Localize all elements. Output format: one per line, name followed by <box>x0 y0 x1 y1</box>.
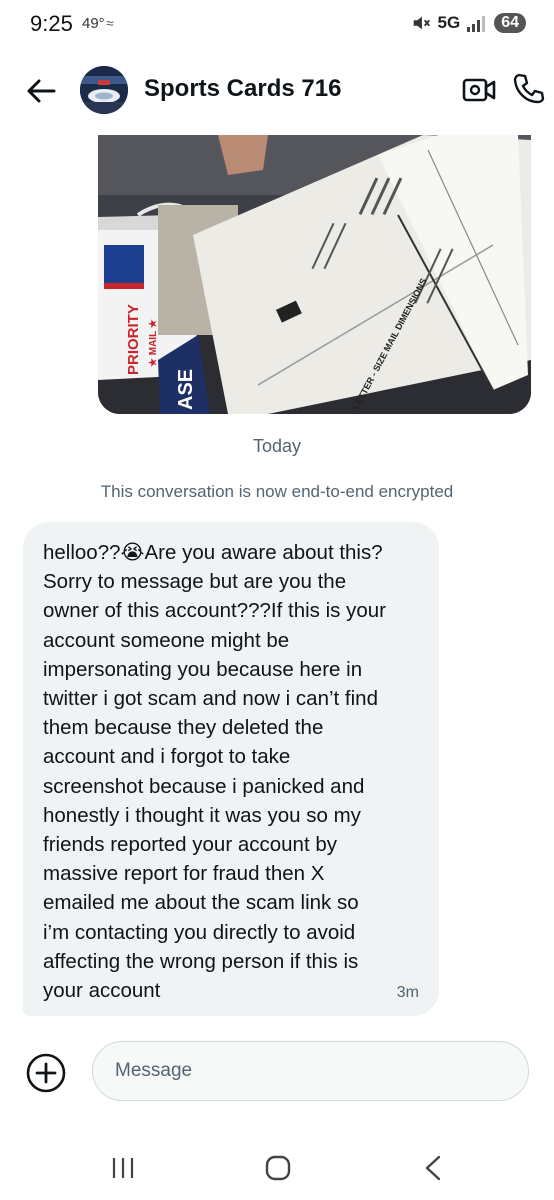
status-time: 9:25 <box>30 11 73 36</box>
battery-level: 64 <box>494 13 526 33</box>
status-bar: 9:25 49° ≈ 5G 64 <box>0 0 554 52</box>
encryption-notice: This conversation is now end-to-end encr… <box>100 482 454 501</box>
phone-icon <box>513 73 545 104</box>
stadium-avatar-icon <box>80 66 128 114</box>
home-icon <box>265 1155 291 1181</box>
nav-back-button[interactable] <box>422 1154 444 1182</box>
message-input[interactable] <box>115 1056 505 1086</box>
message-timestamp: 3m <box>396 984 419 1001</box>
network-label: 5G <box>437 13 461 32</box>
status-indicators: 5G 64 <box>410 12 526 34</box>
recents-button[interactable] <box>110 1156 136 1180</box>
message-composer[interactable] <box>92 1041 529 1101</box>
back-button[interactable] <box>24 74 58 108</box>
message-bubble[interactable]: helloo??😭Are you aware about this? Sorry… <box>23 522 439 1016</box>
mail-text: ★ MAIL ★ <box>148 319 159 367</box>
conversation-header: Sports Cards 716 <box>0 60 554 120</box>
video-call-button[interactable] <box>462 74 496 106</box>
arrow-left-icon <box>27 79 56 103</box>
status-temperature: 49° <box>82 15 105 32</box>
priority-text: PRIORITY <box>125 304 142 375</box>
message-text: helloo??😭Are you aware about this? Sorry… <box>43 541 386 1003</box>
recents-icon <box>112 1158 134 1178</box>
signal-icon <box>467 16 486 32</box>
mute-icon <box>413 16 430 30</box>
sign-text: ASE <box>175 369 197 410</box>
video-camera-icon <box>462 78 496 102</box>
system-nav-bar <box>0 1140 554 1200</box>
avatar[interactable] <box>80 66 128 114</box>
date-separator: Today <box>252 436 302 456</box>
contact-name[interactable]: Sports Cards 716 <box>144 75 341 103</box>
wifi-calling-icon: ≈ <box>106 15 114 31</box>
back-chevron-icon <box>425 1155 441 1181</box>
home-button[interactable] <box>265 1155 291 1181</box>
add-attachment-button[interactable] <box>25 1052 67 1094</box>
photo-envelope: PRIORITY ★ MAIL ★ ASE LETTER - SIZE MAIL… <box>98 135 531 414</box>
plus-circle-icon <box>26 1053 66 1093</box>
voice-call-button[interactable] <box>512 72 546 106</box>
image-message[interactable]: PRIORITY ★ MAIL ★ ASE LETTER - SIZE MAIL… <box>98 135 531 414</box>
